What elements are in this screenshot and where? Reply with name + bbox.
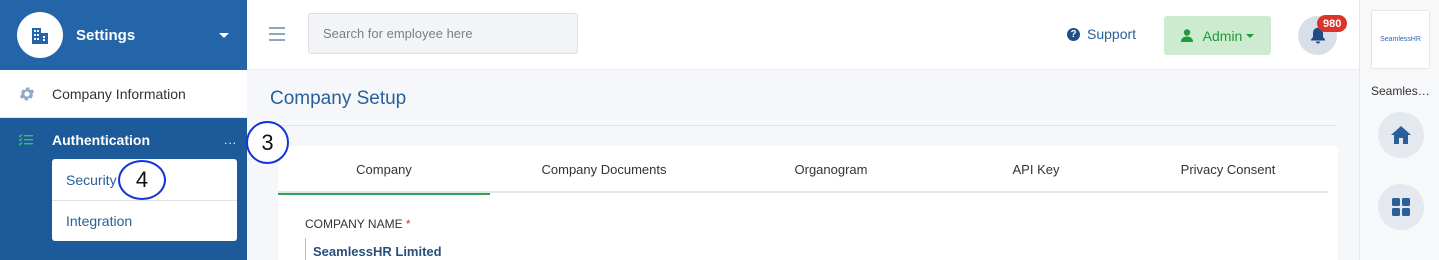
tab-bar: Company Company Documents Organogram API… (278, 146, 1328, 195)
submenu-item-integration[interactable]: Integration (52, 200, 237, 241)
admin-dropdown-button[interactable]: Admin (1164, 16, 1271, 55)
sidebar-item-label: Authentication (52, 132, 150, 148)
admin-label: Admin (1202, 27, 1243, 44)
sidebar-item-authentication[interactable]: Authentication ... (0, 118, 247, 162)
building-icon (17, 12, 63, 58)
grid-icon (1392, 198, 1410, 216)
tab-company-documents[interactable]: Company Documents (490, 146, 718, 193)
annotation-marker-3: 3 (246, 121, 289, 164)
question-icon: ? (1067, 27, 1080, 41)
home-icon (1391, 126, 1411, 144)
tab-privacy-consent[interactable]: Privacy Consent (1128, 146, 1328, 193)
field-label-text: COMPANY NAME (305, 217, 403, 231)
sidebar: Settings Company Information Authenticat… (0, 0, 247, 260)
company-logo[interactable]: SeamlessHR (1371, 10, 1430, 69)
chevron-down-icon[interactable] (219, 32, 229, 38)
checklist-icon (17, 131, 35, 149)
sidebar-title: Settings (76, 26, 136, 44)
more-options-icon[interactable]: ... (224, 133, 237, 147)
divider (270, 125, 1337, 126)
search-input[interactable] (308, 13, 578, 54)
sidebar-item-company-information[interactable]: Company Information (0, 70, 247, 118)
company-name-field[interactable]: SeamlessHR Limited (305, 238, 442, 260)
tab-organogram[interactable]: Organogram (718, 146, 944, 193)
chevron-down-icon (1246, 33, 1255, 38)
notification-count-badge: 980 (1317, 15, 1348, 32)
support-label: Support (1087, 26, 1137, 42)
annotation-marker-4: 4 (118, 160, 166, 200)
company-setup-card: Company Company Documents Organogram API… (278, 146, 1338, 260)
sidebar-header[interactable]: Settings (0, 0, 247, 70)
tab-company[interactable]: Company (278, 146, 490, 195)
support-link[interactable]: ? Support (1067, 26, 1136, 42)
tab-api-key[interactable]: API Key (944, 146, 1128, 193)
company-name-label: COMPANY NAME * (305, 217, 411, 231)
menu-icon[interactable] (269, 27, 285, 41)
main-content: Company Setup Company Company Documents … (247, 71, 1359, 260)
page-title: Company Setup (270, 88, 407, 109)
user-icon (1180, 29, 1193, 42)
right-rail: SeamlessHR Seamless... (1359, 0, 1439, 260)
home-button[interactable] (1378, 112, 1424, 158)
gear-icon (17, 84, 37, 104)
apps-button[interactable] (1378, 184, 1424, 230)
company-name-short: Seamless... (1371, 84, 1433, 98)
top-bar: ? Support Admin 980 (247, 0, 1359, 70)
required-marker: * (405, 217, 411, 231)
sidebar-item-label: Company Information (52, 85, 186, 102)
